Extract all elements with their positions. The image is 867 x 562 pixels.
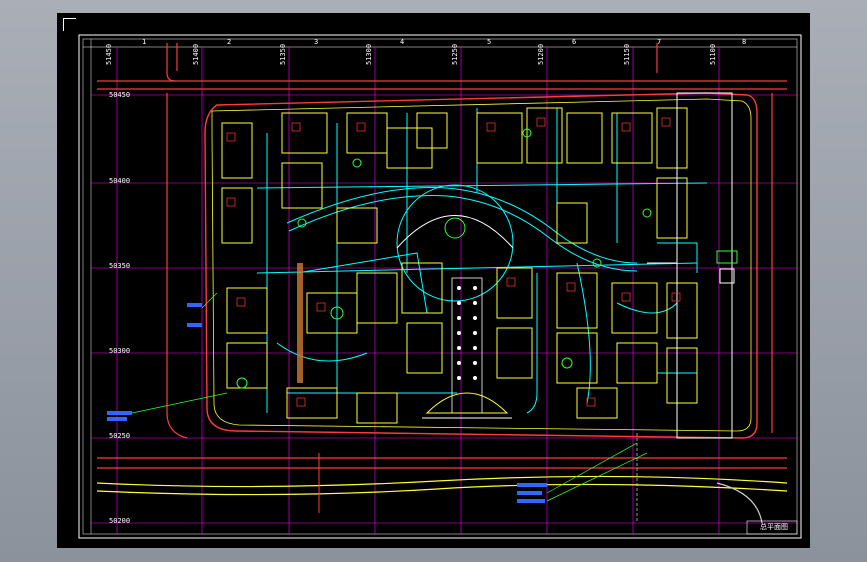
coord-y-50400: 50400	[109, 177, 131, 185]
coord-x-51300: 51300	[365, 43, 373, 65]
coord-x-51400: 51400	[192, 43, 200, 65]
grid-label-7: 7	[657, 38, 662, 46]
grid-label-6: 6	[572, 38, 577, 46]
coord-y-50250: 50250	[109, 432, 131, 440]
central-boulevard	[297, 263, 512, 419]
coord-x-51150: 51150	[623, 43, 631, 65]
coord-x-51100: 51100	[709, 43, 717, 65]
grid-label-4: 4	[400, 38, 405, 46]
central-plaza	[396, 184, 514, 302]
grid-label-3: 3	[314, 38, 319, 46]
coord-x-51350: 51350	[279, 43, 287, 65]
coord-x-51200: 51200	[537, 43, 545, 65]
coord-y-50450: 50450	[109, 91, 131, 99]
coord-x-51450: 51450	[105, 43, 113, 65]
drawing-border	[78, 34, 802, 539]
coord-x-51250: 51250	[451, 43, 459, 65]
coord-y-50200: 50200	[109, 517, 131, 525]
title-block-text: 总平面图	[760, 523, 788, 531]
grid-label-1: 1	[142, 38, 147, 46]
grid-lines	[91, 47, 797, 534]
coord-y-50350: 50350	[109, 262, 131, 270]
site-boundary	[204, 92, 758, 439]
coord-y-50300: 50300	[109, 347, 131, 355]
grid-label-5: 5	[487, 38, 492, 46]
grid-label-2: 2	[227, 38, 232, 46]
cad-drawing-viewport[interactable]: 1 2 3 4 5 6 7 8 50450 50400 50350 50300 …	[57, 13, 810, 548]
grid-label-8: 8	[742, 38, 747, 46]
site-plan-drawing	[78, 34, 802, 539]
